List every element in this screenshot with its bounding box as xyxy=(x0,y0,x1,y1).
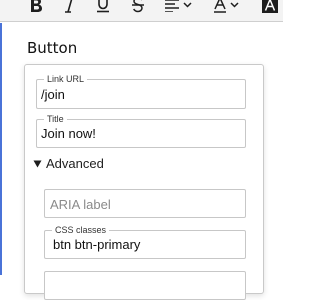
title-label: Title xyxy=(44,113,67,125)
chevron-down-icon xyxy=(183,2,192,8)
underline-icon xyxy=(96,0,110,13)
advanced-toggle[interactable]: Advanced xyxy=(33,156,104,171)
italic-button[interactable] xyxy=(64,0,76,16)
css-classes-value: btn btn-primary xyxy=(53,237,141,252)
advanced-label: Advanced xyxy=(46,156,104,171)
title-field[interactable]: Title Join now! xyxy=(36,113,246,148)
font-color-icon xyxy=(213,0,227,13)
next-field[interactable] xyxy=(44,271,246,300)
link-url-field[interactable]: Link URL /join xyxy=(36,73,246,109)
highlight-icon xyxy=(262,0,278,13)
link-url-label: Link URL xyxy=(44,73,88,85)
aria-label-field[interactable]: ARIA label xyxy=(44,189,246,218)
aria-label-placeholder: ARIA label xyxy=(50,197,111,212)
link-url-value: /join xyxy=(41,87,65,102)
css-classes-label: CSS classes xyxy=(52,224,110,236)
font-color-dropdown[interactable] xyxy=(213,0,239,16)
strikethrough-button[interactable] xyxy=(131,0,145,16)
formatting-toolbar xyxy=(0,0,283,22)
button-block-text[interactable]: Button xyxy=(27,39,77,57)
align-dropdown[interactable] xyxy=(164,0,192,16)
bold-button[interactable] xyxy=(29,0,43,16)
underline-button[interactable] xyxy=(96,0,110,16)
bold-icon xyxy=(29,0,43,13)
caret-down-icon xyxy=(33,156,42,171)
highlight-button[interactable] xyxy=(262,0,278,16)
italic-icon xyxy=(64,0,76,13)
css-classes-field[interactable]: CSS classes btn btn-primary xyxy=(44,224,246,259)
strikethrough-icon xyxy=(131,0,145,13)
align-icon xyxy=(164,0,180,12)
chevron-down-icon xyxy=(230,2,239,8)
title-value: Join now! xyxy=(41,126,96,141)
